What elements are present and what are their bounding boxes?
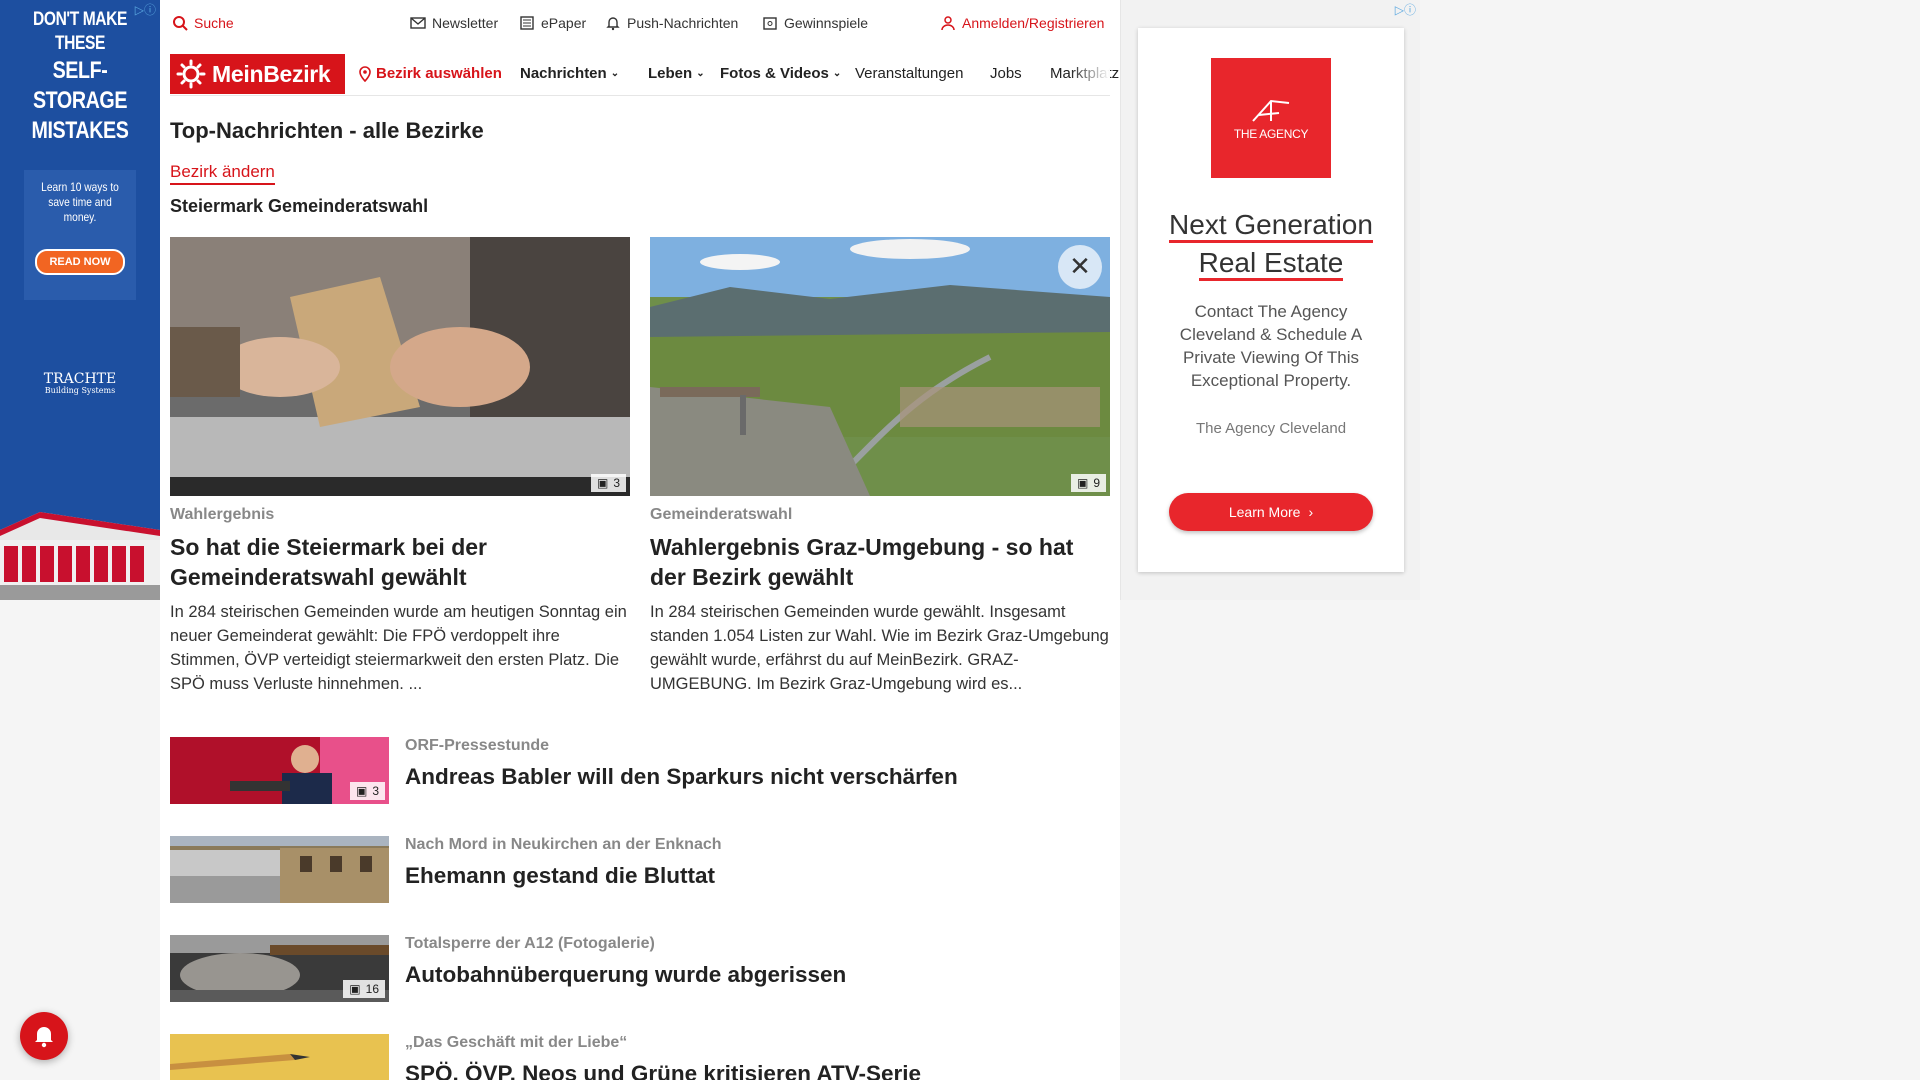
photo-count-badge: ▣ 3	[590, 474, 626, 492]
list-thumbnail[interactable]	[170, 1034, 389, 1080]
pencil-photo	[170, 1034, 389, 1080]
list-headline[interactable]: SPÖ, ÖVP, Neos und Grüne kritisieren ATV…	[405, 1061, 921, 1080]
push-notifications-link[interactable]: Push-Nachrichten	[605, 15, 738, 31]
svg-text:✕: ✕	[1069, 252, 1091, 282]
gallery-icon: ▣	[1076, 476, 1089, 490]
chevron-down-icon: ⌄	[696, 68, 705, 79]
learn-more-button[interactable]: Learn More ›	[1169, 493, 1373, 531]
nav-overflow-fade	[1070, 54, 1110, 94]
nav-fotos-videos[interactable]: Fotos & Videos ⌄	[720, 65, 841, 82]
article-teaser: In 284 steirischen Gemeinden wurde am he…	[170, 603, 627, 693]
article-kicker: Gemeinderatswahl	[650, 506, 793, 523]
bezirk-select-button[interactable]: Bezirk auswählen	[358, 65, 502, 82]
change-bezirk-link[interactable]: Bezirk ändern	[170, 162, 275, 185]
search-icon	[173, 16, 188, 31]
list-kicker: Nach Mord in Neukirchen an der Enknach	[405, 836, 722, 853]
user-icon	[941, 16, 955, 31]
chevron-down-icon: ⌄	[610, 68, 620, 79]
chevron-down-icon: ⌄	[832, 68, 842, 79]
list-headline[interactable]: Andreas Babler will den Sparkurs nicht v…	[405, 764, 958, 790]
left-skyscraper-ad[interactable]: ▷ⓘ DON'T MAKE THESE SELF-STORAGE MISTAKE…	[0, 0, 160, 600]
main-content: Suche Newsletter ePaper Push-Nachrichten…	[160, 0, 1120, 1080]
landscape-photo: ✕	[650, 237, 1110, 496]
list-thumbnail[interactable]	[170, 836, 389, 903]
list-item[interactable]: ▣ 3 ORF-Pressestunde Andreas Babler will…	[170, 737, 1100, 804]
ad-brand-logo: TRACHTE Building Systems	[43, 371, 117, 395]
ad-source: The Agency Cleveland	[1195, 420, 1347, 437]
list-kicker: Totalsperre der A12 (Fotogalerie)	[405, 935, 655, 952]
epaper-link[interactable]: ePaper	[519, 15, 586, 31]
newsletter-link[interactable]: Newsletter	[410, 15, 498, 31]
ballot-box-photo	[170, 237, 630, 496]
list-kicker: „Das Geschäft mit der Liebe“	[405, 1034, 628, 1051]
gallery-icon: ▣	[349, 982, 361, 996]
list-item[interactable]: ▣ 16 Totalsperre der A12 (Fotogalerie) A…	[170, 935, 1100, 1002]
right-display-ad[interactable]: ▷ⓘ THE AGENCY Next Generation Real Estat…	[1120, 0, 1420, 600]
ad-read-now-button[interactable]: READ NOW	[35, 249, 125, 275]
list-thumbnail[interactable]: ▣ 16	[170, 935, 389, 1002]
article-card[interactable]: ✕ ▣ 9 Gemeinderatswahl Wahlergebnis Graz…	[650, 237, 1110, 696]
push-notification-button[interactable]	[20, 1012, 68, 1060]
article-kicker: Wahlergebnis	[170, 506, 275, 523]
ad-body-text: Contact The Agency Cleveland & Schedule …	[1179, 302, 1363, 390]
agency-logo: THE AGENCY	[1211, 58, 1331, 178]
storage-building-image	[0, 512, 160, 600]
search-link[interactable]: Suche	[172, 15, 234, 31]
photo-count-badge: ▣ 16	[343, 980, 385, 998]
article-teaser: In 284 steirischen Gemeinden wurde gewäh…	[650, 603, 1109, 693]
ad-panel: THE AGENCY Next Generation Real Estate C…	[1138, 28, 1404, 572]
list-thumbnail[interactable]: ▣ 3	[170, 737, 389, 804]
list-item[interactable]: Nach Mord in Neukirchen an der Enknach E…	[170, 836, 1100, 903]
gallery-icon: ▣	[355, 784, 368, 798]
section-title: Steiermark Gemeinderatswahl	[170, 196, 429, 216]
ad-promo-text: Learn 10 ways to save time and money.	[41, 180, 119, 224]
location-pin-icon	[359, 65, 371, 82]
list-item[interactable]: „Das Geschäft mit der Liebe“ SPÖ, ÖVP, N…	[170, 1034, 1100, 1080]
page-title: Top-Nachrichten - alle Bezirke	[170, 118, 484, 143]
gallery-icon: ▣	[596, 476, 609, 490]
chevron-right-icon: ›	[1308, 504, 1314, 520]
sun-logo-icon	[176, 59, 206, 89]
newspaper-icon	[520, 16, 534, 30]
nav-veranstaltungen[interactable]: Veranstaltungen	[855, 65, 963, 82]
article-headline[interactable]: So hat die Steiermark bei der Gemeindera…	[170, 532, 630, 592]
nav-jobs[interactable]: Jobs	[990, 65, 1022, 82]
article-image[interactable]: ✕ ▣ 9	[650, 237, 1110, 496]
meinbezirk-logo[interactable]: MeinBezirk	[170, 54, 345, 94]
photo-count-badge: ▣ 3	[349, 782, 385, 800]
list-headline[interactable]: Autobahnüberquerung wurde abgerissen	[405, 962, 846, 988]
article-image[interactable]: ▣ 3	[170, 237, 630, 496]
article-card[interactable]: ▣ 3 Wahlergebnis So hat die Steiermark b…	[170, 237, 630, 696]
photo-count-badge: ▣ 9	[1070, 474, 1106, 492]
list-kicker: ORF-Pressestunde	[405, 737, 550, 754]
nav-leben[interactable]: Leben ⌄	[648, 65, 705, 82]
police-car-photo	[170, 836, 389, 903]
list-headline[interactable]: Ehemann gestand die Bluttat	[405, 863, 715, 889]
adchoices-icon[interactable]: ▷ⓘ	[1395, 1, 1416, 18]
gift-icon	[763, 17, 777, 30]
agency-mark-icon	[1252, 99, 1290, 122]
ad-headline: DON'T MAKE THESE SELF-STORAGE MISTAKES	[31, 9, 129, 144]
main-navigation: MeinBezirk Bezirk auswählen Nachrichten …	[170, 54, 1119, 96]
top-utility-bar: Suche Newsletter ePaper Push-Nachrichten…	[160, 0, 1120, 46]
ad-headline: Next Generation Real Estate	[1138, 206, 1404, 282]
bell-icon	[606, 17, 620, 31]
nav-nachrichten[interactable]: Nachrichten ⌄	[520, 65, 619, 82]
gewinnspiele-link[interactable]: Gewinnspiele	[762, 15, 868, 31]
article-headline[interactable]: Wahlergebnis Graz-Umgebung - so hat der …	[650, 532, 1110, 592]
bell-icon	[35, 1027, 53, 1048]
mail-icon	[410, 17, 426, 29]
ad-promo-box: Learn 10 ways to save time and money. RE…	[24, 170, 136, 300]
login-link[interactable]: Anmelden/Registrieren	[940, 15, 1104, 31]
